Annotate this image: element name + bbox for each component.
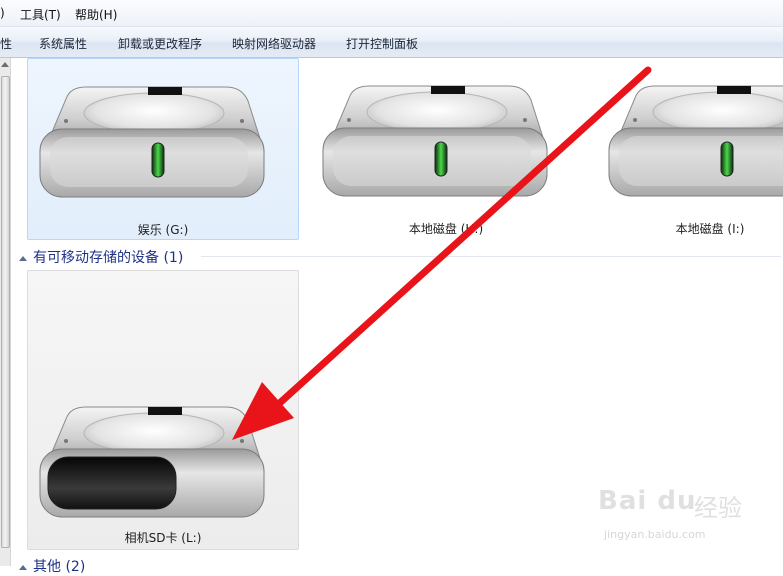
map-network-drive-button[interactable]: 映射网络驱动器 <box>232 35 316 52</box>
vertical-scrollbar[interactable] <box>0 58 11 566</box>
group-title-removable: 有可移动存储的设备 (1) <box>33 250 184 266</box>
menu-item-tools[interactable]: 工具(T) <box>20 6 61 23</box>
drive-label-h: 本地磁盘 (H:) <box>408 222 484 236</box>
scroll-up-arrow-icon[interactable] <box>1 62 9 67</box>
menu-item-partial[interactable]: ) <box>0 6 5 20</box>
menu-bar: ) 工具(T) 帮助(H) <box>0 0 783 27</box>
menu-item-help[interactable]: 帮助(H) <box>75 6 117 23</box>
watermark-brand: Bai du <box>598 486 697 516</box>
command-bar: 性 系统属性 卸载或更改程序 映射网络驱动器 打开控制面板 <box>0 27 783 58</box>
drive-tile-i[interactable]: 本地磁盘 (I:) <box>597 58 783 238</box>
system-properties-button[interactable]: 系统属性 <box>39 35 87 52</box>
properties-button[interactable]: 性 <box>0 35 12 52</box>
drive-label-l: 相机SD卡 (L:) <box>124 531 202 545</box>
drive-tile-l[interactable]: 相机SD卡 (L:) <box>27 270 299 550</box>
hard-drive-icon <box>322 85 548 197</box>
baidu-watermark: Bai du 经验 jingyan.baidu.com <box>598 478 778 550</box>
group-divider <box>201 256 781 257</box>
collapse-triangle-icon[interactable] <box>19 564 27 570</box>
watermark-cn: 经验 <box>694 494 742 522</box>
scrollbar-thumb[interactable] <box>1 76 10 548</box>
hard-drive-icon <box>39 86 265 198</box>
drive-label-i: 本地磁盘 (I:) <box>675 222 745 236</box>
drive-label-g: 娱乐 (G:) <box>137 223 189 237</box>
open-control-panel-button[interactable]: 打开控制面板 <box>346 35 418 52</box>
uninstall-program-button[interactable]: 卸载或更改程序 <box>118 35 202 52</box>
group-title-other: 其他 (2) <box>33 559 86 575</box>
watermark-url: jingyan.baidu.com <box>604 528 706 541</box>
group-header-removable[interactable]: 有可移动存储的设备 (1) <box>19 247 183 267</box>
collapse-triangle-icon[interactable] <box>19 255 27 261</box>
drive-tile-g[interactable]: 娱乐 (G:) <box>27 58 299 240</box>
drive-tile-h[interactable]: 本地磁盘 (H:) <box>311 58 581 238</box>
removable-drive-icon <box>39 406 265 518</box>
hard-drive-icon <box>608 85 783 197</box>
group-header-other[interactable]: 其他 (2) <box>19 556 85 576</box>
